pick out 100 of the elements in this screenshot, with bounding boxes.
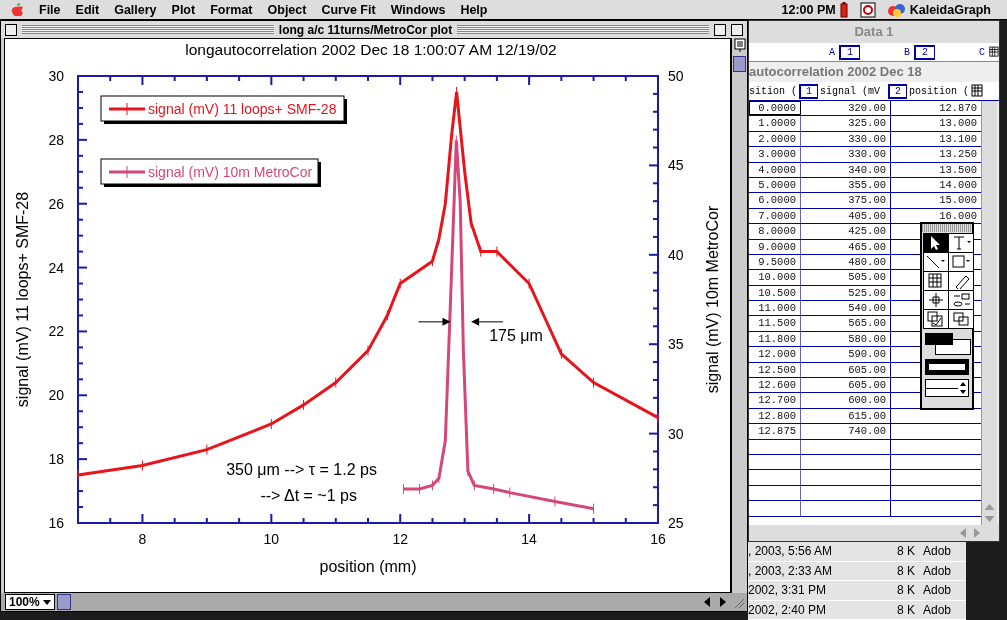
tool-button[interactable] [922,308,949,329]
scroll-thumb[interactable] [56,594,71,610]
table-cell[interactable]: 565.00 [801,316,891,331]
file-date[interactable]: 2002, 3:31 PM [748,583,863,598]
table-cell[interactable]: 0.0000 [749,101,801,116]
tool-button[interactable] [922,251,949,272]
table-cell[interactable]: 12.800 [749,408,801,424]
table-cell[interactable]: 615.00 [801,408,891,424]
tool-icon[interactable] [733,38,746,52]
table-cell[interactable]: 340.00 [801,162,891,177]
file-date[interactable]: , 2003, 5:56 AM [748,544,863,559]
menu-item[interactable]: Format [210,2,253,17]
table-cell[interactable]: 15.000 [891,193,981,208]
tool-button[interactable] [922,232,949,253]
file-size[interactable]: 8 K [863,602,915,617]
table-cell[interactable]: 12.000 [749,347,801,362]
menu-item[interactable]: Windows [390,2,446,17]
table-cell[interactable]: 16.000 [891,208,981,224]
table-cell[interactable]: 8.0000 [749,224,801,239]
file-kind[interactable]: Adob [923,583,963,598]
table-cell[interactable]: 12.600 [749,378,801,393]
scroll-thumb[interactable] [733,56,746,72]
table-cell[interactable]: 330.00 [801,131,891,147]
table-icon[interactable] [989,45,999,59]
table-cell[interactable]: 405.00 [801,208,891,224]
tool-button[interactable] [922,270,949,291]
zoom-dropdown[interactable]: 100% [5,594,55,610]
table-cell[interactable]: 2.0000 [749,131,801,147]
file-date[interactable]: , 2003, 2:33 AM [748,563,863,578]
file-date[interactable]: 2002, 2:40 PM [748,602,863,617]
app-switch-icon[interactable] [859,1,876,18]
table-cell[interactable]: 10.000 [749,270,801,285]
table-cell[interactable]: 13.500 [891,162,981,177]
table-cell[interactable]: 13.250 [891,147,981,162]
table-cell[interactable]: 11.000 [749,301,801,316]
column-number[interactable]: 2 [914,44,936,60]
tool-button[interactable] [922,289,949,310]
fill-swatch[interactable] [925,333,969,355]
column-number[interactable]: 2 [888,83,908,99]
column-header[interactable]: position ( [909,85,972,97]
app-name[interactable]: KaleidaGraph [909,2,991,17]
table-cell[interactable]: 5.0000 [749,177,801,193]
table-cell[interactable]: 13.100 [891,131,981,147]
table-cell[interactable]: 465.00 [801,239,891,254]
column-header[interactable]: sition ( [749,85,797,97]
table-cell[interactable]: 9.5000 [749,254,801,270]
table-cell[interactable]: 11.500 [749,316,801,331]
table-cell[interactable]: 375.00 [801,193,891,208]
table-cell[interactable]: 12.700 [749,393,801,408]
table-cell[interactable]: 12.870 [891,101,981,116]
table-cell[interactable]: 9.0000 [749,239,801,254]
table-cell[interactable]: 6.0000 [749,193,801,208]
table-cell[interactable]: 605.00 [801,362,891,378]
close-box[interactable] [5,23,17,36]
collapse-box[interactable] [731,23,743,36]
table-cell[interactable]: 580.00 [801,331,891,347]
menu-item[interactable]: Curve Fit [321,2,376,17]
menu-item[interactable]: Edit [75,2,100,17]
table-cell[interactable]: 12.500 [749,362,801,378]
table-cell[interactable]: 11.800 [749,331,801,347]
menu-item[interactable]: Help [460,2,488,17]
table-cell[interactable]: 13.000 [891,116,981,131]
zoom-box[interactable] [714,23,726,36]
table-cell[interactable]: 12.875 [749,424,801,439]
column-header[interactable]: signal (mV [820,85,886,97]
file-size[interactable]: 8 K [863,583,915,598]
clock[interactable]: 12:00 PM [781,2,836,17]
table-cell[interactable]: 320.00 [801,101,891,116]
menu-item[interactable]: Plot [171,2,196,17]
menu-item[interactable]: File [39,2,61,17]
table-cell[interactable]: 325.00 [801,116,891,131]
table-cell[interactable]: 425.00 [801,224,891,239]
file-kind[interactable]: Adob [923,602,963,617]
file-size[interactable]: 8 K [863,544,915,559]
tool-button[interactable] [947,232,974,253]
line-width-stepper[interactable] [925,379,969,397]
app-icon[interactable] [887,1,906,18]
file-kind[interactable]: Adob [923,563,963,578]
menu-item[interactable]: Gallery [114,2,157,17]
table-cell[interactable]: 3.0000 [749,147,801,162]
column-number[interactable]: 1 [799,83,818,99]
table-cell[interactable]: 540.00 [801,301,891,316]
file-size[interactable]: 8 K [863,563,915,578]
file-kind[interactable]: Adob [923,544,963,559]
table-cell[interactable]: 4.0000 [749,162,801,177]
table-cell[interactable]: 505.00 [801,270,891,285]
table-cell[interactable]: 1.0000 [749,116,801,131]
horizontal-scrollbar[interactable]: 100% [1,593,747,611]
column-number[interactable]: 1 [839,44,861,60]
menu-item[interactable]: Object [267,2,307,17]
table-cell[interactable]: 10.500 [749,285,801,301]
table-cell[interactable]: 7.0000 [749,208,801,224]
table-cell[interactable]: 330.00 [801,147,891,162]
table-cell[interactable]: 740.00 [801,424,891,439]
table-cell[interactable]: 590.00 [801,347,891,362]
table-cell[interactable]: 480.00 [801,254,891,270]
table-icon[interactable] [971,84,984,98]
table-cell[interactable]: 525.00 [801,285,891,301]
table-cell[interactable]: 14.000 [891,177,981,193]
vertical-scrollbar[interactable] [731,38,747,593]
